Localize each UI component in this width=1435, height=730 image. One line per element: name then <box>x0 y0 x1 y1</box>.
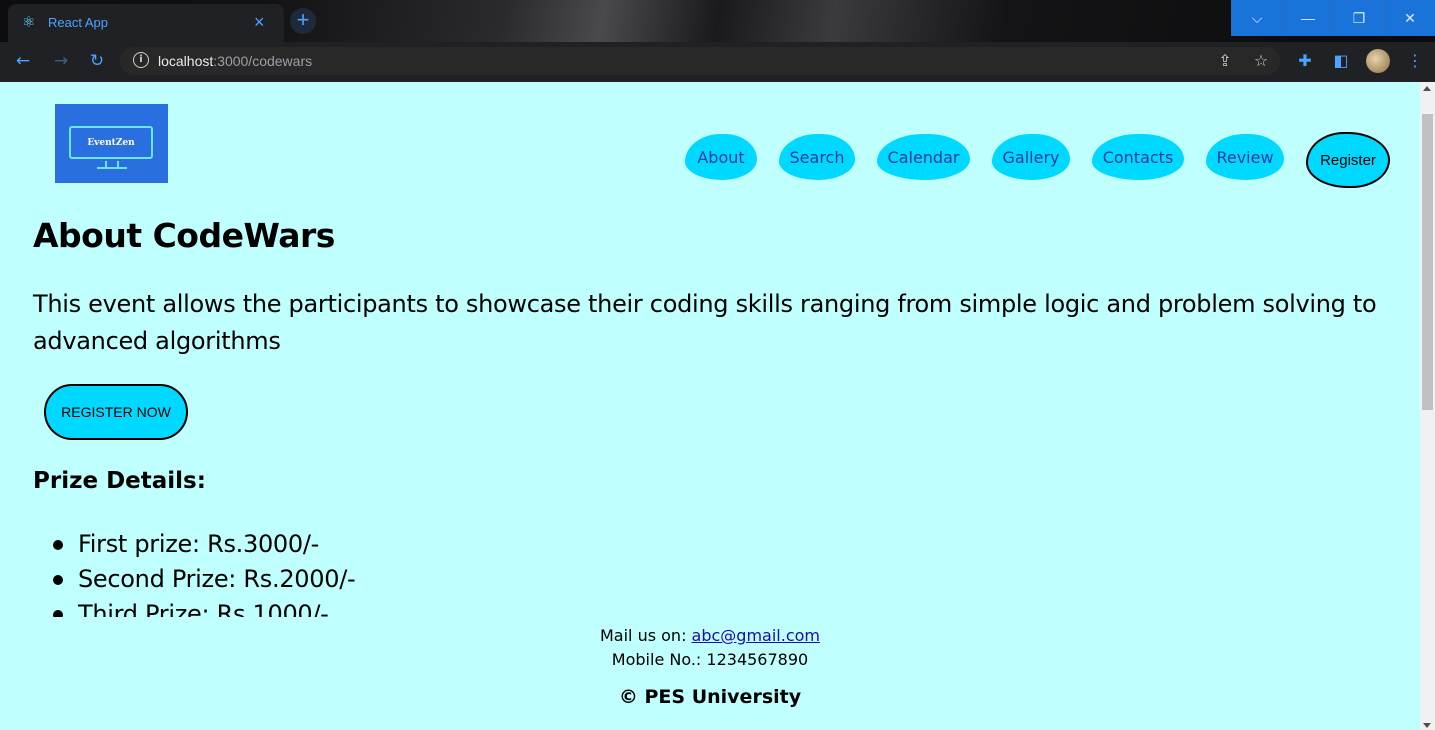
nav-gallery[interactable]: Gallery <box>992 134 1070 180</box>
prize-item: Second Prize: Rs.2000/- <box>50 562 550 597</box>
page-title: About CodeWars <box>33 216 335 255</box>
event-description: This event allows the participants to sh… <box>33 290 1377 355</box>
nav-register-button[interactable]: Register <box>1306 132 1390 188</box>
nav-calendar[interactable]: Calendar <box>877 134 970 180</box>
eventzen-logo[interactable]: EventZen <box>55 104 168 183</box>
react-icon: ⚛ <box>22 13 36 31</box>
scroll-up-arrow-icon[interactable] <box>1423 86 1431 91</box>
reload-icon[interactable]: ↻ <box>86 50 108 72</box>
footer: Mail us on: abc@gmail.com Mobile No.: 12… <box>0 624 1420 708</box>
window-controls: ⌵ — ❐ ✕ <box>1231 0 1435 36</box>
monitor-base <box>97 167 127 169</box>
nav-contacts[interactable]: Contacts <box>1092 134 1184 180</box>
close-window-button[interactable]: ✕ <box>1384 0 1435 36</box>
browser-titlebar: ⚛ React App × + ⌵ — ❐ ✕ <box>0 0 1435 42</box>
nav-review[interactable]: Review <box>1206 134 1284 180</box>
browser-toolbar: ← → ↻ i localhost:3000/codewars ⇪ ☆ ✚ ◧ … <box>0 42 1435 82</box>
logo-text: EventZen <box>87 138 135 148</box>
footer-mail-line: Mail us on: abc@gmail.com <box>0 624 1420 648</box>
share-icon[interactable]: ⇪ <box>1214 50 1236 72</box>
site-info-icon[interactable]: i <box>133 52 149 68</box>
url-path: :3000/codewars <box>213 53 313 69</box>
prize-heading: Prize Details: <box>33 468 206 494</box>
page-content: EventZen About Search Calendar Gallery C… <box>0 82 1420 730</box>
footer-copyright: © PES University <box>618 686 802 708</box>
browser-tab[interactable]: ⚛ React App × <box>8 4 284 42</box>
restore-button[interactable]: ❐ <box>1333 0 1384 36</box>
side-panel-icon[interactable]: ◧ <box>1330 50 1352 72</box>
url-text: localhost:3000/codewars <box>158 53 312 69</box>
minimize-button[interactable]: — <box>1282 0 1333 36</box>
nav-about[interactable]: About <box>685 134 757 180</box>
bookmark-star-icon[interactable]: ☆ <box>1250 50 1272 72</box>
extensions-puzzle-icon[interactable]: ✚ <box>1294 50 1316 72</box>
menu-dots-icon[interactable]: ⋮ <box>1404 50 1426 72</box>
tab-title: React App <box>48 15 108 30</box>
new-tab-button[interactable]: + <box>290 8 316 34</box>
nav-search[interactable]: Search <box>779 134 855 180</box>
page-scrollbar[interactable] <box>1420 82 1435 730</box>
prize-list: First prize: Rs.3000/- Second Prize: Rs.… <box>50 527 550 617</box>
prize-item: Third Prize: Rs.1000/- <box>50 597 550 617</box>
scrollbar-thumb[interactable] <box>1422 114 1433 410</box>
forward-arrow-icon[interactable]: → <box>50 50 72 72</box>
mail-link[interactable]: abc@gmail.com <box>692 626 820 645</box>
monitor-icon: EventZen <box>69 126 153 159</box>
url-host: localhost <box>158 53 214 69</box>
tab-close-icon[interactable]: × <box>254 12 265 32</box>
address-bar[interactable]: i localhost:3000/codewars <box>120 47 1280 75</box>
scroll-down-arrow-icon[interactable] <box>1423 723 1431 728</box>
mail-label: Mail us on: <box>599 626 692 645</box>
prize-item: First prize: Rs.3000/- <box>50 527 550 562</box>
back-arrow-icon[interactable]: ← <box>12 50 34 72</box>
footer-mobile: Mobile No.: 1234567890 <box>611 650 809 669</box>
tab-search-button[interactable]: ⌵ <box>1231 0 1282 36</box>
profile-avatar[interactable] <box>1366 49 1390 73</box>
register-now-button[interactable]: REGISTER NOW <box>44 384 188 440</box>
